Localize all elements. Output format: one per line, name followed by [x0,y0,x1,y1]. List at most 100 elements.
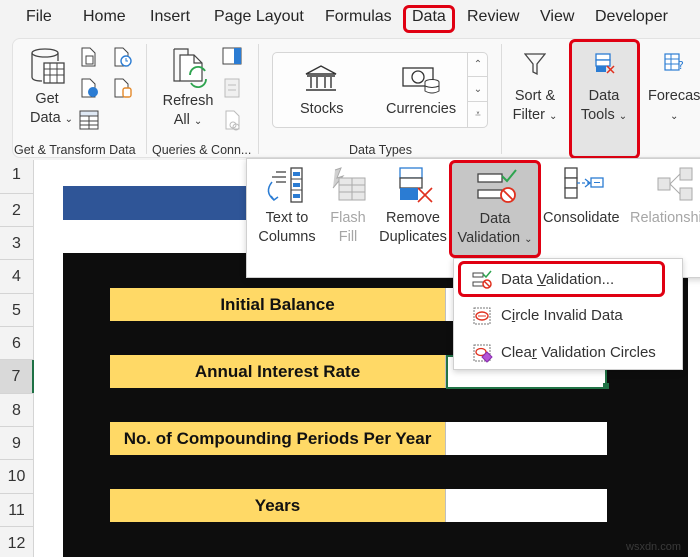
relationships-button[interactable]: Relationships [630,209,700,228]
data-tools-label-1: Data [588,88,620,104]
from-web-icon[interactable] [80,78,100,98]
tab-page-layout[interactable]: Page Layout [214,8,304,26]
label-annual-interest-rate[interactable]: Annual Interest Rate [110,355,446,388]
chevron-down-icon: ⌄ [193,116,203,127]
menu-item-label: Clear Validation Circles [501,344,656,361]
tab-review[interactable]: Review [467,8,519,26]
tab-formulas[interactable]: Formulas [325,8,392,26]
tab-developer[interactable]: Developer [595,8,668,26]
watermark: wsxdn.com [626,541,682,553]
flash-fill-label-2: Fill [338,229,358,245]
input-years[interactable] [446,489,607,522]
row-header[interactable]: 11 [0,494,34,527]
row-header[interactable]: 9 [0,427,34,460]
group-label-get-transform: Get & Transform Data [14,143,136,157]
text-to-columns-label-1: Text to [265,210,309,226]
refresh-label-1: Refresh [162,93,214,109]
get-data-label-1: Get [35,91,59,107]
chevron-down-icon: ⌄ [524,234,533,245]
remove-duplicates-icon [399,167,433,203]
data-validation-label-2: Validation [457,230,521,246]
tab-data-highlight [403,5,455,33]
text-to-columns-icon [267,167,303,203]
input-compounding-periods[interactable] [446,422,607,455]
menu-item-label: Circle Invalid Data [501,307,623,324]
existing-connections-icon[interactable] [113,78,133,98]
data-tools-icon [595,53,615,74]
flash-fill-label-1: Flash [330,210,366,226]
group-separator [501,44,502,154]
queries-connections-icon[interactable] [222,47,242,65]
menu-item-highlight [458,261,665,297]
row-header[interactable]: 2 [0,194,34,227]
consolidate-icon [564,167,604,199]
chevron-down-icon: ⌄ [618,111,628,122]
sort-filter-button[interactable]: Sort & Filter ⌄ [512,87,558,126]
scroll-down-icon[interactable]: ⌄ [468,77,488,102]
remove-duplicates-label-1: Remove [386,210,440,226]
row-header[interactable]: 1 [0,160,34,194]
chevron-down-icon: ⌄ [548,111,558,122]
scroll-up-icon[interactable]: ⌃ [468,52,488,77]
group-separator [258,44,259,154]
stocks-bank-icon [305,65,337,91]
edit-links-icon[interactable] [224,110,242,132]
refresh-label-2: All [173,112,190,128]
data-validation-label-1: Data [479,211,511,227]
circle-invalid-data-icon [473,307,491,325]
sort-filter-label-1: Sort & [514,88,556,104]
relationships-icon [657,167,693,201]
row-header[interactable]: 10 [0,460,34,494]
database-table-icon [31,48,65,84]
label-years[interactable]: Years [110,489,446,522]
get-data-button[interactable]: Get Data ⌄ [30,90,73,129]
row-header-selected[interactable]: 7 [0,360,34,394]
filter-funnel-icon [524,53,546,76]
data-validation-icon [477,169,517,203]
stocks-button[interactable]: Stocks [300,100,344,119]
refresh-all-button[interactable]: Refresh All ⌄ [160,92,216,131]
fill-handle[interactable] [603,383,609,389]
forecast-label: Forecast [648,88,700,104]
group-label-queries: Queries & Conn... [152,143,252,157]
chevron-down-icon: ⌄ [670,111,679,122]
data-validation-label: Data Validation ⌄ [452,210,538,249]
row-header[interactable]: 12 [0,527,34,557]
menu-tab-bar: File Home Insert Page Layout Formulas Da… [0,0,700,38]
menu-item-clear-validation-circles[interactable]: Clear Validation Circles [454,336,684,370]
tab-insert[interactable]: Insert [150,8,190,26]
tab-view[interactable]: View [540,8,574,26]
text-to-columns-label-2: Columns [258,229,316,245]
svg-text:?: ? [678,59,684,72]
row-header[interactable]: 5 [0,294,34,327]
label-initial-balance[interactable]: Initial Balance [110,288,446,321]
from-text-icon[interactable] [80,47,98,67]
group-separator [146,44,147,154]
flash-fill-button[interactable]: Flash Fill [330,209,366,247]
remove-duplicates-button[interactable]: Remove Duplicates [378,209,448,247]
get-data-label-2: Data [30,110,61,126]
data-tools-label-2: Tools [580,107,615,123]
row-header[interactable]: 3 [0,227,34,260]
tab-home[interactable]: Home [83,8,126,26]
consolidate-button[interactable]: Consolidate [543,209,620,228]
properties-icon[interactable] [224,78,240,98]
forecast-button[interactable]: Forecast ⌄ [648,87,700,126]
row-header[interactable]: 6 [0,327,34,360]
data-types-scroll[interactable]: ⌃ ⌄ ⩡ [467,52,488,128]
row-header[interactable]: 4 [0,260,34,294]
row-header[interactable]: 8 [0,394,34,427]
tab-file[interactable]: File [26,8,52,26]
more-icon[interactable]: ⩡ [468,102,488,127]
flash-fill-icon [332,167,366,201]
clear-validation-circles-icon [473,344,493,363]
from-table-icon[interactable] [79,110,99,130]
refresh-all-icon [173,48,207,89]
label-compounding-periods[interactable]: No. of Compounding Periods Per Year [110,422,446,455]
currencies-button[interactable]: Currencies [386,100,456,119]
menu-item-circle-invalid-data[interactable]: Circle Invalid Data [454,299,684,333]
recent-sources-icon[interactable] [113,47,133,67]
forecast-icon: ? [664,53,684,72]
sort-filter-label-2: Filter [512,107,545,123]
text-to-columns-button[interactable]: Text to Columns [254,209,320,247]
